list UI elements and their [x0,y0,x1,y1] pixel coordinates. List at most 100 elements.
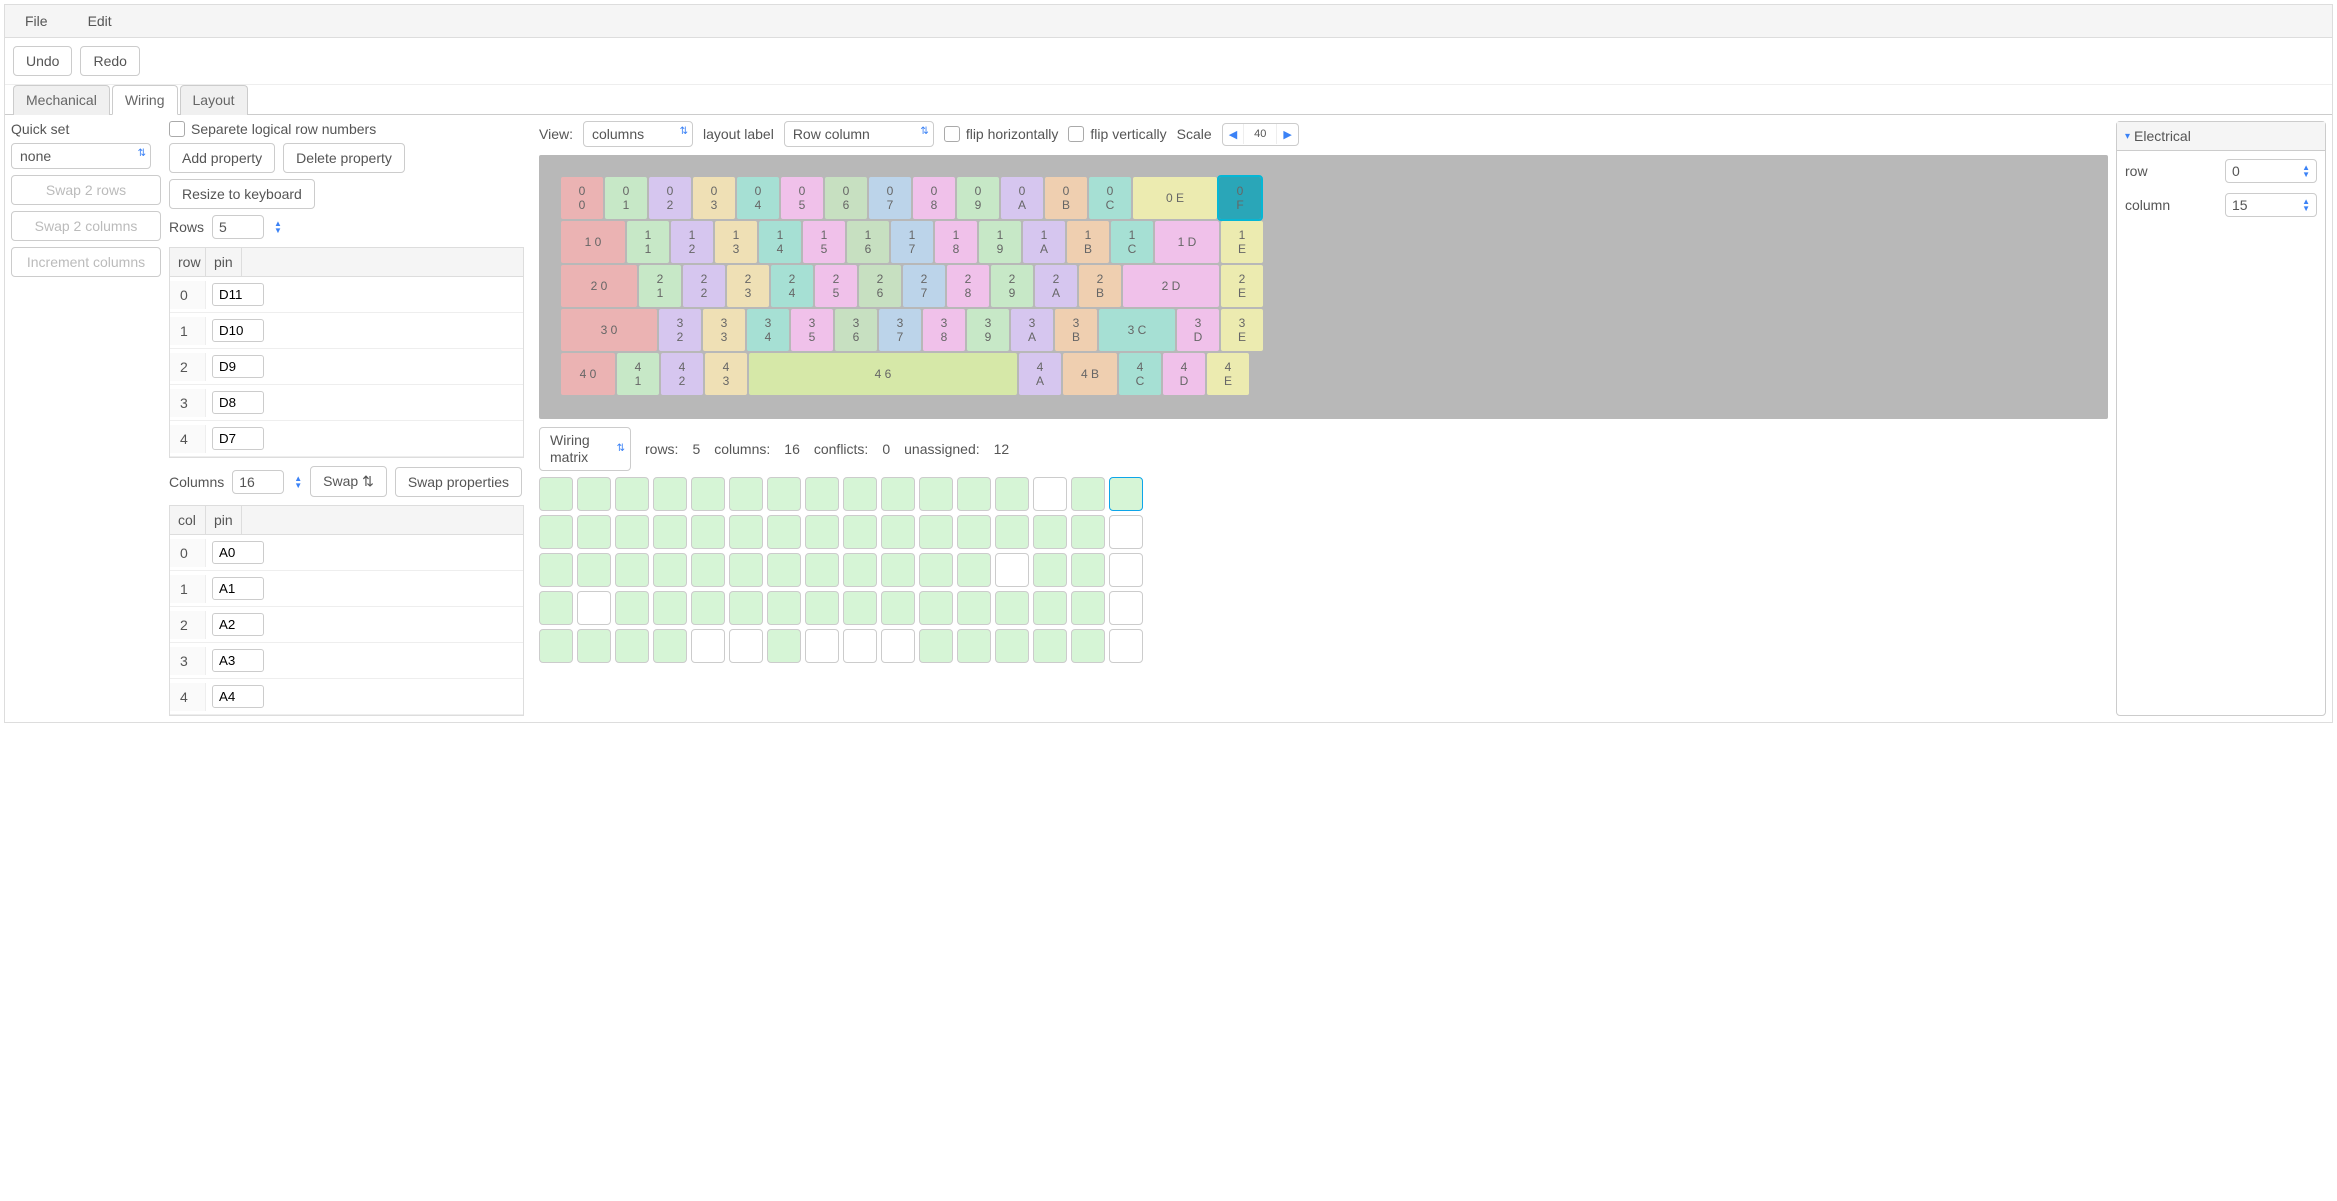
keyboard-key[interactable]: 1 6 [847,221,889,263]
keyboard-key[interactable]: 4 6 [749,353,1017,395]
matrix-cell[interactable] [1071,591,1105,625]
flip-v-checkbox[interactable]: flip vertically [1068,126,1166,142]
keyboard-key[interactable]: 3 D [1177,309,1219,351]
keyboard-key[interactable]: 3 7 [879,309,921,351]
keyboard-key[interactable]: 2 B [1079,265,1121,307]
matrix-cell[interactable] [729,553,763,587]
keyboard-key[interactable]: 3 A [1011,309,1053,351]
matrix-cell[interactable] [577,629,611,663]
matrix-cell[interactable] [577,515,611,549]
matrix-cell[interactable] [615,591,649,625]
matrix-cell[interactable] [539,477,573,511]
keyboard-key[interactable]: 0 F [1219,177,1261,219]
separate-logical-checkbox[interactable]: Separete logical row numbers [169,121,376,137]
matrix-cell[interactable] [805,591,839,625]
keyboard-key[interactable]: 1 A [1023,221,1065,263]
keyboard-key[interactable]: 2 4 [771,265,813,307]
matrix-cell[interactable] [995,477,1029,511]
matrix-cell[interactable] [995,629,1029,663]
matrix-cell[interactable] [957,477,991,511]
keyboard-key[interactable]: 2 6 [859,265,901,307]
keyboard-key[interactable]: 4 1 [617,353,659,395]
matrix-cell[interactable] [995,553,1029,587]
keyboard-key[interactable]: 0 4 [737,177,779,219]
matrix-cell[interactable] [919,591,953,625]
matrix-cell[interactable] [843,515,877,549]
layout-label-select[interactable]: Row column [784,121,934,147]
matrix-cell[interactable] [919,553,953,587]
scale-control[interactable]: ◀ 40 ▶ [1222,123,1299,146]
view-mode-select[interactable]: columns [583,121,693,147]
keyboard-key[interactable]: 0 1 [605,177,647,219]
keyboard-key[interactable]: 3 8 [923,309,965,351]
matrix-cell[interactable] [767,477,801,511]
keyboard-key[interactable]: 3 0 [561,309,657,351]
menu-file[interactable]: File [25,13,48,29]
flip-h-checkbox[interactable]: flip horizontally [944,126,1059,142]
matrix-cell[interactable] [1109,591,1143,625]
col-pin-input[interactable] [212,613,264,636]
col-pin-input[interactable] [212,541,264,564]
rows-spinner[interactable]: ▲▼ [274,220,282,234]
keyboard-key[interactable]: 1 D [1155,221,1219,263]
electrical-column-input[interactable]: 15 ▲▼ [2225,193,2317,217]
keyboard-key[interactable]: 2 D [1123,265,1219,307]
keyboard-key[interactable]: 1 3 [715,221,757,263]
keyboard-key[interactable]: 4 2 [661,353,703,395]
matrix-cell[interactable] [881,591,915,625]
keyboard-key[interactable]: 3 C [1099,309,1175,351]
matrix-cell[interactable] [539,629,573,663]
keyboard-key[interactable]: 4 C [1119,353,1161,395]
keyboard-key[interactable]: 0 0 [561,177,603,219]
matrix-cell[interactable] [805,515,839,549]
keyboard-key[interactable]: 4 0 [561,353,615,395]
matrix-cell[interactable] [1033,629,1067,663]
keyboard-key[interactable]: 3 5 [791,309,833,351]
scale-down-icon[interactable]: ◀ [1223,124,1243,145]
keyboard-key[interactable]: 2 7 [903,265,945,307]
tab-layout[interactable]: Layout [180,85,248,115]
wiring-matrix-select[interactable]: Wiring matrix [539,427,631,471]
matrix-cell[interactable] [615,477,649,511]
matrix-cell[interactable] [615,629,649,663]
keyboard-key[interactable]: 0 A [1001,177,1043,219]
matrix-cell[interactable] [539,591,573,625]
matrix-cell[interactable] [615,515,649,549]
quick-set-select[interactable]: none [11,143,151,169]
resize-to-keyboard-button[interactable]: Resize to keyboard [169,179,315,209]
row-pin-input[interactable] [212,427,264,450]
keyboard-key[interactable]: 2 0 [561,265,637,307]
matrix-cell[interactable] [1071,553,1105,587]
keyboard-key[interactable]: 0 E [1133,177,1217,219]
menu-edit[interactable]: Edit [88,13,112,29]
collapse-icon[interactable]: ▾ [2125,131,2130,142]
matrix-cell[interactable] [1033,553,1067,587]
matrix-cell[interactable] [539,553,573,587]
matrix-cell[interactable] [1033,591,1067,625]
keyboard-key[interactable]: 1 8 [935,221,977,263]
matrix-cell[interactable] [577,591,611,625]
increment-columns-button[interactable]: Increment columns [11,247,161,277]
keyboard-key[interactable]: 3 4 [747,309,789,351]
keyboard-key[interactable]: 2 8 [947,265,989,307]
keyboard-key[interactable]: 4 E [1207,353,1249,395]
swap-updown-button[interactable]: Swap ⇅ [310,466,387,497]
matrix-cell[interactable] [653,477,687,511]
keyboard-key[interactable]: 2 3 [727,265,769,307]
matrix-cell[interactable] [577,553,611,587]
tab-mechanical[interactable]: Mechanical [13,85,110,115]
keyboard-key[interactable]: 4 A [1019,353,1061,395]
matrix-cell[interactable] [767,591,801,625]
keyboard-key[interactable]: 3 6 [835,309,877,351]
matrix-cell[interactable] [881,477,915,511]
redo-button[interactable]: Redo [80,46,139,76]
keyboard-key[interactable]: 2 5 [815,265,857,307]
matrix-cell[interactable] [919,629,953,663]
keyboard-key[interactable]: 1 4 [759,221,801,263]
keyboard-key[interactable]: 0 6 [825,177,867,219]
keyboard-key[interactable]: 0 5 [781,177,823,219]
keyboard-key[interactable]: 1 C [1111,221,1153,263]
col-pin-input[interactable] [212,577,264,600]
matrix-cell[interactable] [1071,515,1105,549]
matrix-cell[interactable] [919,515,953,549]
